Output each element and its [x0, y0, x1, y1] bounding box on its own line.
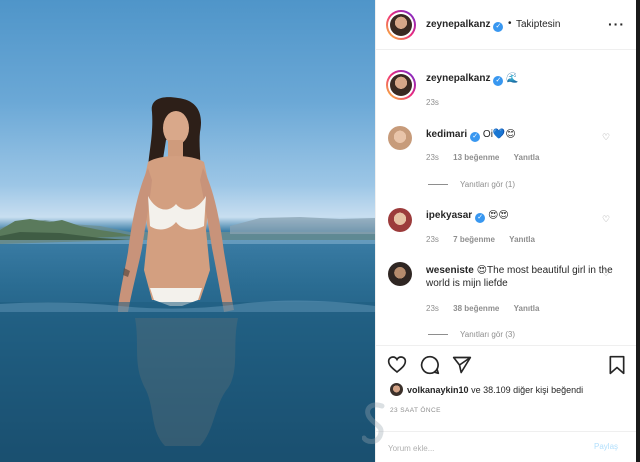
verified-badge-icon: ✓ [493, 22, 504, 32]
caption-author-name[interactable]: zeynepalkanz [426, 73, 490, 84]
author-avatar[interactable] [386, 10, 416, 40]
comment-like-heart-icon[interactable]: ♡ [602, 132, 610, 143]
heart-icon[interactable] [387, 355, 407, 374]
caption-emoji: 🌊 [506, 73, 519, 84]
comment-like-count[interactable]: 38 beğenme [453, 304, 499, 313]
caption-author-avatar[interactable] [386, 70, 416, 100]
more-dots-icon[interactable]: ··· [608, 16, 625, 32]
comment-like-count[interactable]: 7 beğenme [453, 235, 495, 244]
comment-like-count[interactable]: 13 beğenme [453, 153, 499, 162]
comment-box: Paylaş [376, 431, 637, 462]
caption-time[interactable]: 23s [426, 98, 439, 107]
bookmark-icon[interactable] [608, 355, 626, 375]
verified-badge-icon: ✓ [475, 213, 486, 223]
replies-line [428, 184, 448, 186]
comment-username[interactable]: kedimari [426, 129, 467, 140]
share-icon[interactable] [452, 355, 472, 375]
post-comment-button[interactable]: Paylaş [594, 442, 618, 451]
reply-button[interactable]: Yanıtla [509, 235, 535, 244]
commenter-avatar[interactable] [388, 262, 412, 286]
comment-username[interactable]: weseniste [426, 265, 474, 276]
replies-line [428, 334, 448, 336]
comment-meta: 23s 13 beğenme Yanıtla [426, 153, 551, 162]
comment-text: kedimari ✓ Oi💙😊 [426, 128, 516, 142]
liker-avatar[interactable] [390, 383, 403, 396]
comment-text: weseniste 😍The most beautiful girl in th… [426, 264, 626, 290]
comment-meta: 23s 7 beğenme Yanıtla [426, 235, 547, 244]
separator-dot: • [508, 18, 512, 29]
reply-button[interactable]: Yanıtla [514, 153, 540, 162]
watermark-logo-icon [362, 402, 385, 444]
comment-time[interactable]: 23s [426, 304, 439, 313]
author-name-text[interactable]: zeynepalkanz [426, 19, 490, 30]
post-photo[interactable] [0, 0, 375, 462]
comment-meta: 23s 38 beğenme Yanıtla [426, 304, 551, 313]
follow-status-button[interactable]: Takiptesin [516, 19, 560, 30]
caption-text: zeynepalkanz ✓ 🌊 [426, 72, 519, 86]
comment-time[interactable]: 23s [426, 235, 439, 244]
comment-input[interactable] [388, 441, 578, 455]
window-edge [636, 0, 640, 462]
comment-text: ipekyasar ✓ 😍😍 [426, 209, 509, 223]
post-details-panel: zeynepalkanz ✓ • Takiptesin ··· zeynepalk… [375, 0, 640, 462]
commenter-avatar[interactable] [388, 208, 412, 232]
liker-username[interactable]: volkanaykin10 [407, 385, 469, 395]
comment-like-heart-icon[interactable]: ♡ [602, 268, 610, 279]
comment-username[interactable]: ipekyasar [426, 210, 472, 221]
view-replies-button[interactable]: Yanıtları gör (1) [428, 180, 515, 189]
view-replies-label[interactable]: Yanıtları gör (1) [460, 180, 515, 189]
post-header: zeynepalkanz ✓ • Takiptesin ··· [376, 0, 637, 50]
comment-like-heart-icon[interactable]: ♡ [602, 214, 610, 225]
comment-body: 😍😍 [487, 210, 509, 221]
comment-icon[interactable] [420, 355, 440, 375]
view-replies-button[interactable]: Yanıtları gör (3) [428, 330, 515, 339]
verified-badge-icon: ✓ [493, 76, 504, 86]
view-replies-label[interactable]: Yanıtları gör (3) [460, 330, 515, 339]
actions-divider [376, 345, 637, 346]
comment-time[interactable]: 23s [426, 153, 439, 162]
photo-scene [0, 97, 375, 462]
post-time-ago[interactable]: 23 SAAT ÖNCE [390, 407, 441, 414]
author-username[interactable]: zeynepalkanz ✓ [426, 19, 504, 32]
likes-count-text[interactable]: ve 38.109 diğer kişi beğendi [471, 385, 583, 395]
commenter-avatar[interactable] [388, 126, 412, 150]
reply-button[interactable]: Yanıtla [514, 304, 540, 313]
comment-body: Oi💙😊 [482, 129, 516, 140]
verified-badge-icon: ✓ [470, 132, 481, 142]
likes-summary: volkanaykin10 ve 38.109 diğer kişi beğen… [407, 385, 583, 395]
